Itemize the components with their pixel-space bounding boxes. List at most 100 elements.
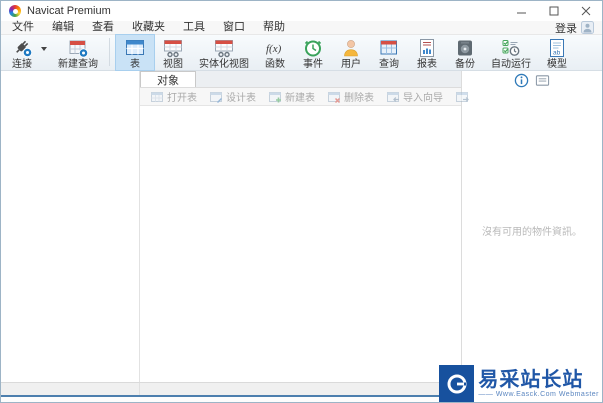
object-list-area[interactable]: [140, 106, 461, 382]
automation-button[interactable]: 自动运行: [484, 35, 538, 70]
menu-view[interactable]: 查看: [83, 21, 123, 34]
backup-label: 备份: [455, 59, 475, 70]
menu-bar: 文件 编辑 查看 收藏夹 工具 窗口 帮助 登录: [1, 21, 602, 35]
menu-file[interactable]: 文件: [3, 21, 43, 34]
functions-button[interactable]: f(x) 函数: [256, 35, 294, 71]
info-panel-body: 沒有可用的物件資訊。: [462, 88, 602, 382]
connection-tree-panel[interactable]: [1, 71, 140, 382]
info-toggle-button[interactable]: [514, 73, 529, 88]
events-label: 事件: [303, 59, 323, 70]
close-icon: [581, 6, 591, 16]
import-wizard-icon: [386, 90, 400, 104]
menu-window[interactable]: 窗口: [214, 21, 254, 34]
model-label: 模型: [547, 59, 567, 70]
query-icon: [377, 36, 401, 59]
navicat-logo-icon: [9, 5, 21, 17]
report-icon: [415, 36, 439, 59]
tables-button[interactable]: 表: [115, 34, 155, 71]
chevron-down-icon: [41, 46, 47, 51]
info-panel-header: [462, 71, 602, 88]
maximize-icon: [549, 6, 559, 16]
open-table-icon: [150, 90, 164, 104]
import-wizard-label: 导入向导: [403, 93, 443, 104]
tables-label: 表: [130, 59, 140, 70]
new-table-icon: [268, 90, 282, 104]
window-controls: [506, 1, 602, 21]
queries-label: 查询: [379, 59, 399, 70]
event-icon: [301, 36, 325, 59]
backup-button[interactable]: 备份: [446, 35, 484, 70]
title-bar: Navicat Premium: [1, 1, 602, 21]
functions-label: 函数: [265, 59, 285, 70]
design-table-button[interactable]: 设计表: [203, 89, 262, 104]
toolbar-separator: [109, 38, 110, 66]
object-information-panel: 沒有可用的物件資訊。: [461, 71, 602, 382]
menu-edit[interactable]: 编辑: [43, 21, 83, 34]
preview-pane-icon: [535, 75, 550, 86]
tab-strip: 对象: [140, 71, 461, 88]
connection-icon: [10, 36, 34, 59]
connection-button[interactable]: 连接: [3, 35, 41, 70]
automation-label: 自动运行: [491, 59, 531, 70]
import-wizard-button[interactable]: 导入向导: [380, 89, 449, 104]
backup-icon: [453, 36, 477, 59]
automation-icon: [499, 36, 523, 59]
menu-favorites[interactable]: 收藏夹: [123, 21, 174, 34]
connection-label: 连接: [12, 59, 32, 70]
new-query-icon: [66, 36, 90, 59]
new-query-label: 新建查询: [58, 59, 98, 70]
export-wizard-icon: [455, 90, 469, 104]
menu-tools[interactable]: 工具: [174, 21, 214, 34]
materialized-views-button[interactable]: 实体化视图: [192, 35, 256, 70]
tab-objects-label: 对象: [157, 74, 179, 87]
users-button[interactable]: 用户: [332, 35, 370, 70]
svg-text:f(x): f(x): [266, 43, 282, 55]
empty-info-message: 沒有可用的物件資訊。: [482, 226, 582, 238]
status-segment-center: [140, 383, 461, 395]
new-table-button[interactable]: 新建表: [262, 89, 321, 104]
users-label: 用户: [341, 59, 361, 70]
info-icon: [514, 73, 529, 88]
model-icon: ab: [545, 36, 569, 59]
design-table-icon: [209, 90, 223, 104]
table-icon: [123, 36, 147, 59]
open-table-button[interactable]: 打开表: [144, 89, 203, 104]
close-button[interactable]: [570, 1, 602, 21]
views-label: 视图: [163, 59, 183, 70]
new-query-button[interactable]: 新建查询: [51, 35, 105, 70]
delete-table-icon: [327, 90, 341, 104]
view-icon: [161, 36, 185, 59]
delete-table-label: 删除表: [344, 93, 374, 104]
workspace: 对象 打开表 设计表 新建表 删除表 导入向导 沒有可用的物件資訊。: [1, 71, 602, 382]
minimize-button[interactable]: [506, 1, 538, 21]
watermark-subtitle: —— Www.Easck.Com Webmaster: [478, 390, 599, 398]
delete-table-button[interactable]: 删除表: [321, 89, 380, 104]
views-button[interactable]: 视图: [154, 35, 192, 70]
reports-label: 报表: [417, 59, 437, 70]
function-icon: f(x): [263, 36, 287, 59]
object-toolbar: 打开表 设计表 新建表 删除表 导入向导: [140, 88, 536, 106]
watermark-title: 易采站长站: [478, 368, 584, 391]
main-panel: 对象 打开表 设计表 新建表 删除表 导入向导: [140, 71, 536, 382]
new-table-label: 新建表: [285, 93, 315, 104]
design-table-label: 设计表: [226, 93, 256, 104]
avatar-icon: [581, 21, 594, 34]
open-table-label: 打开表: [167, 93, 197, 104]
tab-objects[interactable]: 对象: [140, 71, 196, 87]
reports-button[interactable]: 报表: [408, 35, 446, 70]
connection-dropdown[interactable]: [41, 35, 51, 70]
watermark-banner: 易采站长站 —— Www.Easck.Com Webmaster: [439, 365, 602, 402]
preview-toggle-button[interactable]: [535, 73, 550, 88]
events-button[interactable]: 事件: [294, 35, 332, 70]
watermark-text: 易采站长站 —— Www.Easck.Com Webmaster: [474, 368, 602, 400]
menu-help[interactable]: 帮助: [254, 21, 294, 34]
queries-button[interactable]: 查询: [370, 35, 408, 70]
maximize-button[interactable]: [538, 1, 570, 21]
user-icon: [339, 36, 363, 59]
status-segment-left: [1, 383, 140, 395]
window-title: Navicat Premium: [27, 5, 111, 17]
materialized-views-label: 实体化视图: [199, 59, 249, 70]
materialized-view-icon: [212, 36, 236, 59]
model-button[interactable]: ab 模型: [538, 35, 576, 70]
easck-logo-icon: [439, 365, 475, 402]
